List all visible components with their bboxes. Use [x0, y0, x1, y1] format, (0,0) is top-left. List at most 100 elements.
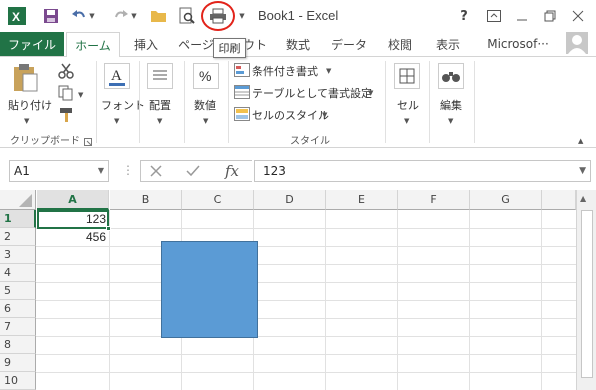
column-header-g[interactable]: G — [470, 190, 542, 210]
editing-button[interactable]: 編集 — [440, 97, 462, 113]
formula-controls: fx — [140, 160, 252, 182]
avatar[interactable] — [566, 32, 588, 54]
qat-customize-icon[interactable]: ▼ — [236, 5, 248, 27]
name-box[interactable]: A1 ▼ — [9, 160, 109, 182]
title-bar: X ▼ ▼ ▼ Book1 - Excel ? — [0, 0, 596, 32]
paste-dropdown-icon[interactable]: ▼ — [24, 113, 29, 126]
vertical-scrollbar[interactable]: ▲ — [576, 190, 596, 390]
conditional-formatting-dropdown-icon[interactable]: ▼ — [326, 63, 331, 76]
cells-icon[interactable] — [394, 63, 420, 92]
column-header-f[interactable]: F — [398, 190, 470, 210]
fill-handle[interactable] — [106, 226, 111, 231]
row-header-2[interactable]: 2 — [0, 228, 36, 246]
open-folder-icon[interactable] — [148, 5, 170, 27]
cell-styles-dropdown-icon[interactable]: ▼ — [322, 107, 327, 120]
column-header-partial[interactable] — [542, 190, 576, 210]
tab-data[interactable]: データ — [328, 32, 370, 56]
cells-button[interactable]: セル — [397, 97, 419, 113]
number-format-icon[interactable]: % — [193, 63, 219, 92]
row-header-9[interactable]: 9 — [0, 354, 36, 372]
worksheet-grid[interactable]: A B C D E F G 1 2 3 4 5 6 7 8 9 10 123 4… — [0, 190, 576, 390]
alignment-dropdown-icon[interactable]: ▼ — [157, 113, 162, 126]
tab-home[interactable]: ホーム — [66, 32, 120, 57]
conditional-formatting-button[interactable]: 条件付き書式 — [252, 63, 318, 79]
clipboard-group-label: クリップボード — [10, 136, 80, 147]
cancel-entry-icon[interactable] — [149, 164, 163, 181]
minimize-icon[interactable] — [510, 6, 534, 26]
paste-icon[interactable] — [12, 63, 40, 96]
font-dropdown-icon[interactable]: ▼ — [114, 113, 119, 126]
select-all-corner[interactable] — [0, 190, 36, 210]
svg-text:%: % — [199, 68, 211, 84]
ribbon: 貼り付け ▼ ▼ クリップボード A フォント ▼ 配置 ▼ % 数値 ▼ 条件… — [0, 56, 596, 148]
group-divider — [474, 61, 475, 143]
cell-styles-icon[interactable] — [234, 107, 250, 124]
save-icon[interactable] — [40, 5, 62, 27]
column-header-c[interactable]: C — [182, 190, 254, 210]
copy-dropdown-icon[interactable]: ▼ — [78, 87, 83, 100]
confirm-entry-icon[interactable] — [185, 164, 201, 181]
print-preview-icon[interactable] — [176, 5, 198, 27]
collapse-ribbon-icon[interactable]: ▲ — [578, 133, 583, 146]
formula-input[interactable]: 123 ▼ — [254, 160, 591, 182]
column-header-d[interactable]: D — [254, 190, 326, 210]
tab-review[interactable]: 校閲 — [382, 32, 418, 56]
number-dropdown-icon[interactable]: ▼ — [203, 113, 208, 126]
editing-binoculars-icon[interactable] — [438, 63, 464, 92]
column-header-a[interactable]: A — [37, 190, 109, 210]
format-as-table-button[interactable]: テーブルとして書式設定 — [252, 85, 372, 101]
group-divider — [228, 61, 229, 143]
paste-button[interactable]: 貼り付け — [8, 97, 52, 113]
expand-formula-bar-icon[interactable]: ▼ — [579, 161, 586, 181]
ribbon-display-options-icon[interactable] — [482, 6, 506, 26]
format-painter-icon[interactable] — [58, 107, 74, 126]
scroll-up-icon[interactable]: ▲ — [580, 194, 586, 203]
row-header-5[interactable]: 5 — [0, 282, 36, 300]
row-header-6[interactable]: 6 — [0, 300, 36, 318]
tab-file[interactable]: ファイル — [0, 32, 64, 56]
cells-dropdown-icon[interactable]: ▼ — [404, 113, 409, 126]
number-button[interactable]: 数値 — [194, 97, 216, 113]
conditional-formatting-icon[interactable] — [234, 63, 250, 80]
row-header-8[interactable]: 8 — [0, 336, 36, 354]
tab-insert[interactable]: 挿入 — [128, 32, 164, 56]
ribbon-tab-bar: ファイル ホーム 挿入 ページ ウト 数式 データ 校閲 表示 Microsof… — [0, 32, 596, 57]
row-header-1[interactable]: 1 — [0, 210, 36, 228]
row-header-10[interactable]: 10 — [0, 372, 36, 390]
copy-icon[interactable] — [58, 85, 74, 104]
row-header-4[interactable]: 4 — [0, 264, 36, 282]
formula-bar-area: A1 ▼ ⋮ fx 123 ▼ — [0, 148, 596, 190]
window-title: Book1 - Excel — [258, 8, 339, 23]
group-divider — [385, 61, 386, 143]
rectangle-shape[interactable] — [161, 241, 258, 338]
format-as-table-dropdown-icon[interactable]: ▼ — [368, 85, 373, 98]
column-header-e[interactable]: E — [326, 190, 398, 210]
formula-bar-grip-icon[interactable]: ⋮ — [122, 164, 134, 176]
alignment-icon[interactable] — [147, 63, 173, 92]
tab-view[interactable]: 表示 — [430, 32, 466, 56]
scrollbar-thumb[interactable] — [581, 210, 593, 378]
redo-dropdown-icon[interactable]: ▼ — [128, 5, 140, 27]
group-divider — [429, 61, 430, 143]
tab-page-layout[interactable]: ページ — [178, 32, 214, 56]
help-button[interactable]: ? — [452, 6, 476, 26]
restore-icon[interactable] — [538, 6, 562, 26]
cell-a2[interactable]: 456 — [37, 228, 109, 246]
cut-icon[interactable] — [58, 63, 74, 82]
row-header-7[interactable]: 7 — [0, 318, 36, 336]
insert-function-button[interactable]: fx — [225, 161, 239, 181]
group-divider — [96, 61, 97, 143]
name-box-dropdown-icon[interactable]: ▼ — [98, 161, 104, 181]
undo-dropdown-icon[interactable]: ▼ — [86, 5, 98, 27]
close-icon[interactable] — [566, 6, 590, 26]
cell-styles-button[interactable]: セルのスタイル — [252, 107, 329, 123]
format-as-table-icon[interactable] — [234, 85, 250, 102]
tab-account[interactable]: Microsof··· — [478, 32, 558, 56]
alignment-button[interactable]: 配置 — [149, 97, 171, 113]
font-icon[interactable]: A — [104, 63, 130, 92]
column-header-b[interactable]: B — [110, 190, 182, 210]
row-header-3[interactable]: 3 — [0, 246, 36, 264]
tab-formulas[interactable]: 数式 — [280, 32, 316, 56]
editing-dropdown-icon[interactable]: ▼ — [448, 113, 453, 126]
clipboard-launcher-icon[interactable] — [84, 135, 92, 149]
